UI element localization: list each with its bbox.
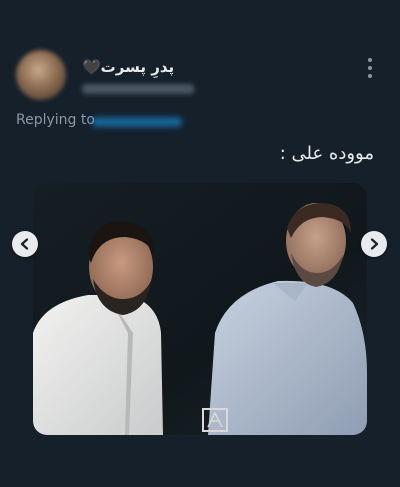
chevron-left-icon xyxy=(20,238,29,250)
author-handle-blurred xyxy=(82,84,194,94)
avatar[interactable] xyxy=(16,50,66,100)
author-display-name[interactable]: پدرِ پسرت🖤 xyxy=(82,58,174,76)
replying-to-handle-blurred[interactable] xyxy=(92,117,182,127)
chevron-right-icon xyxy=(370,238,379,250)
more-vertical-icon[interactable] xyxy=(360,56,380,80)
carousel-next-button[interactable] xyxy=(361,231,387,257)
tweet-media-image[interactable] xyxy=(33,183,367,435)
replying-to-label: Replying to xyxy=(16,112,95,128)
tweet-text: مووده علی : xyxy=(279,143,374,164)
tweet-header: پدرِ پسرت🖤 xyxy=(0,0,400,110)
carousel-prev-button[interactable] xyxy=(12,231,38,257)
